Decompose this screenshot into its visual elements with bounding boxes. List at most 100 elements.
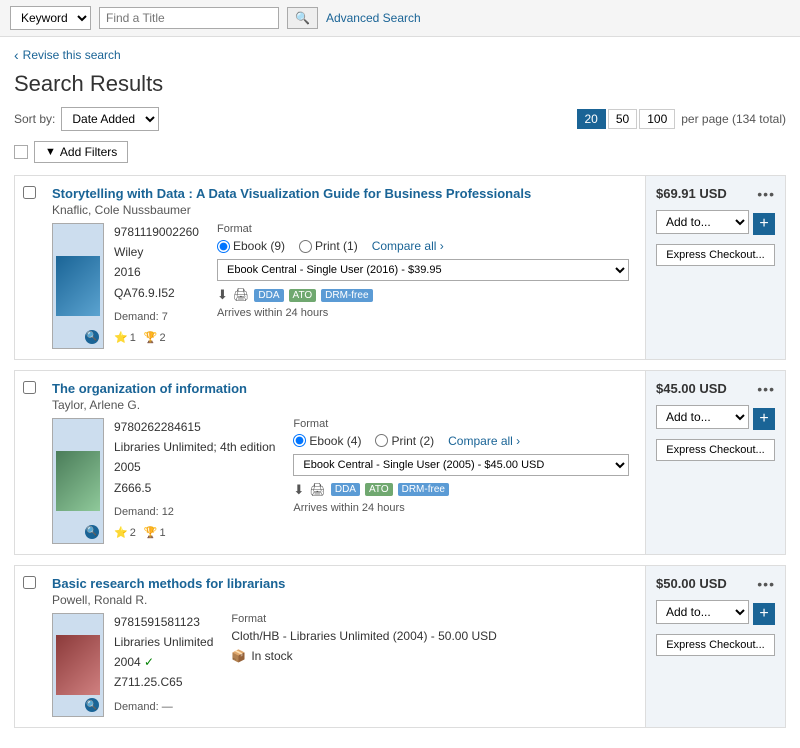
format-plain-3: Cloth/HB - Libraries Unlimited (2004) - … (231, 629, 629, 643)
per-page-100[interactable]: 100 (639, 109, 675, 129)
book-cover-1[interactable]: 🔍 (52, 223, 104, 349)
express-checkout-btn-1[interactable]: Express Checkout... (656, 244, 775, 266)
result-main-1: Storytelling with Data : A Data Visualiz… (44, 176, 645, 359)
result-title-3[interactable]: Basic research methods for librarians (52, 576, 637, 591)
ebook-radio-1[interactable]: Ebook (9) (217, 239, 285, 253)
result-item-3: Basic research methods for librarians Po… (14, 565, 786, 728)
search-button[interactable]: 🔍 (287, 7, 318, 29)
book-cover-3[interactable]: 🔍 (52, 613, 104, 717)
express-checkout-btn-3[interactable]: Express Checkout... (656, 634, 775, 656)
add-plus-btn-3[interactable]: + (753, 603, 775, 625)
result-checkbox-2 (15, 371, 44, 554)
result-main-2: The organization of information Taylor, … (44, 371, 645, 554)
filter-icon: ▼ (45, 146, 56, 158)
result-price-1: $69.91 USD ••• Add to... + Express Check… (645, 176, 785, 359)
add-to-row-1: Add to... + (656, 210, 775, 238)
search-input[interactable] (99, 7, 279, 29)
instock-icon-3: 📦 (231, 649, 246, 663)
badge-dda-1: DDA (254, 289, 283, 302)
cover-search-icon-1: 🔍 (85, 330, 99, 344)
result-format-3: Format Cloth/HB - Libraries Unlimited (2… (223, 613, 637, 717)
download-icon-2: ⬇ (293, 482, 304, 498)
revise-search-link[interactable]: Revise this search (14, 47, 121, 63)
filters-bar: ▼ Add Filters (14, 141, 786, 163)
print-icon-1: 🖨 (233, 287, 250, 303)
add-to-select-3[interactable]: Add to... (656, 600, 749, 624)
add-plus-btn-1[interactable]: + (753, 213, 775, 235)
publisher-3: Libraries Unlimited (114, 633, 213, 652)
year-1: 2016 (114, 263, 199, 282)
main-content: Revise this search Search Results Sort b… (0, 37, 800, 748)
arrives-text-2: Arrives within 24 hours (293, 502, 629, 514)
select-all-checkbox[interactable] (14, 145, 28, 159)
add-to-select-1[interactable]: Add to... (656, 210, 749, 234)
print-radio-2[interactable]: Print (2) (375, 434, 434, 448)
result-main-3: Basic research methods for librarians Po… (44, 566, 645, 727)
result-body-1: 🔍 9781119002260 Wiley 2016 QA76.9.I52 De… (52, 223, 637, 349)
cover-art-2 (56, 451, 100, 511)
per-page-20[interactable]: 20 (577, 109, 606, 129)
format-label-2: Format (293, 418, 629, 430)
compare-all-2[interactable]: Compare all › (448, 434, 520, 448)
add-filters-button[interactable]: ▼ Add Filters (34, 141, 128, 163)
page-title: Search Results (14, 71, 786, 97)
search-type-select[interactable]: Keyword (10, 6, 91, 30)
result-format-1: Format Ebook (9) Print (1) Compare all ›… (209, 223, 637, 349)
format-select-2[interactable]: Ebook Central - Single User (2005) - $45… (293, 454, 629, 476)
cover-search-icon-3: 🔍 (85, 698, 99, 712)
more-options-btn-3[interactable]: ••• (757, 576, 775, 592)
result-title-2[interactable]: The organization of information (52, 381, 637, 396)
format-select-1[interactable]: Ebook Central - Single User (2016) - $39… (217, 259, 629, 281)
price-value-2: $45.00 USD (656, 381, 727, 397)
per-page-50[interactable]: 50 (608, 109, 637, 129)
format-options-1: Ebook (9) Print (1) Compare all › (217, 239, 629, 253)
badge-dda-2: DDA (331, 483, 360, 496)
ebook-radio-2[interactable]: Ebook (4) (293, 434, 361, 448)
add-to-select-2[interactable]: Add to... (656, 405, 749, 429)
format-label-3: Format (231, 613, 629, 625)
format-options-2: Ebook (4) Print (2) Compare all › (293, 434, 629, 448)
download-icon-1: ⬇ (217, 287, 228, 303)
call-number-1: QA76.9.I52 (114, 284, 199, 303)
book-cover-2[interactable]: 🔍 (52, 418, 104, 544)
result-format-2: Format Ebook (4) Print (2) Compare all ›… (285, 418, 637, 544)
format-label-1: Format (217, 223, 629, 235)
more-options-btn-1[interactable]: ••• (757, 186, 775, 202)
year-3: 2004 ✓ (114, 653, 213, 672)
book-meta-2: 9780262284615 Libraries Unlimited; 4th e… (114, 418, 275, 544)
checkmark-3: ✓ (144, 655, 154, 669)
badge-drm-1: DRM-free (321, 289, 372, 302)
compare-all-1[interactable]: Compare all › (372, 239, 444, 253)
item-checkbox-1[interactable] (23, 186, 36, 199)
price-value-1: $69.91 USD (656, 186, 727, 202)
item-checkbox-2[interactable] (23, 381, 36, 394)
cover-search-icon-2: 🔍 (85, 525, 99, 539)
isbn-3: 9781591581123 (114, 613, 213, 632)
price-value-3: $50.00 USD (656, 576, 727, 592)
add-plus-btn-2[interactable]: + (753, 408, 775, 430)
top-search-bar: Keyword 🔍 Advanced Search (0, 0, 800, 37)
advanced-search-link[interactable]: Advanced Search (326, 11, 421, 25)
result-author-1: Knaflic, Cole Nussbaumer (52, 203, 637, 217)
cover-art-3 (56, 635, 100, 695)
print-radio-1[interactable]: Print (1) (299, 239, 358, 253)
demand-3: Demand: — (114, 699, 213, 717)
result-item-2: The organization of information Taylor, … (14, 370, 786, 555)
star-item-1b: 🏆 2 (144, 330, 166, 348)
item-checkbox-3[interactable] (23, 576, 36, 589)
result-price-2: $45.00 USD ••• Add to... + Express Check… (645, 371, 785, 554)
add-to-row-2: Add to... + (656, 405, 775, 433)
star-row-2: ⭐ 2 🏆 1 (114, 525, 275, 543)
book-meta-1: 9781119002260 Wiley 2016 QA76.9.I52 Dema… (114, 223, 199, 349)
result-title-1[interactable]: Storytelling with Data : A Data Visualiz… (52, 186, 637, 201)
add-to-row-3: Add to... + (656, 600, 775, 628)
sort-select[interactable]: Date Added (61, 107, 159, 131)
result-body-2: 🔍 9780262284615 Libraries Unlimited; 4th… (52, 418, 637, 544)
express-checkout-btn-2[interactable]: Express Checkout... (656, 439, 775, 461)
result-price-3: $50.00 USD ••• Add to... + Express Check… (645, 566, 785, 727)
demand-1: Demand: 7 (114, 309, 199, 327)
isbn-2: 9780262284615 (114, 418, 275, 437)
result-author-2: Taylor, Arlene G. (52, 398, 637, 412)
more-options-btn-2[interactable]: ••• (757, 381, 775, 397)
format-icons-2: ⬇ 🖨 DDA ATO DRM-free (293, 482, 629, 498)
